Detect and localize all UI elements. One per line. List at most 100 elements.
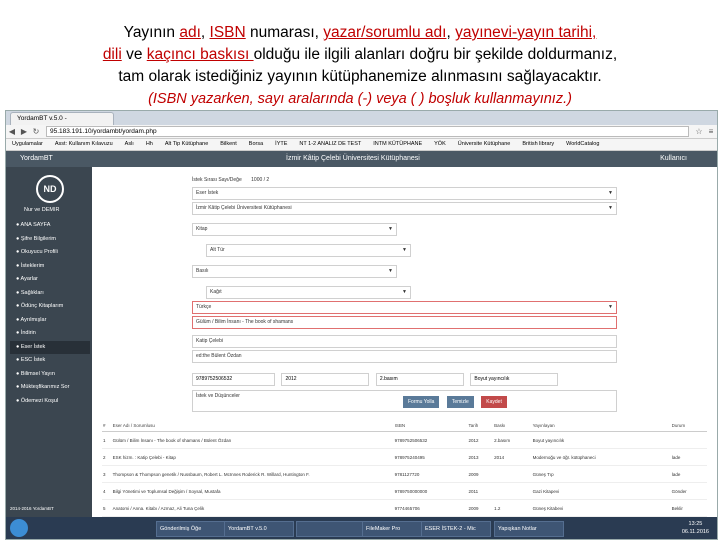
column-header[interactable]: Durum <box>670 419 707 432</box>
sidebar-item[interactable]: ● Ödünç Kitaplarım <box>10 300 90 314</box>
sidebar-item[interactable]: ● Bilimsel Yayın <box>10 368 90 382</box>
chevron-down-icon: ▼ <box>608 205 613 211</box>
request-type-select[interactable]: Eser İstek ▼ <box>192 187 617 200</box>
language-value: Türkçe <box>196 304 212 310</box>
bookmark-item[interactable]: Aslı <box>119 139 140 150</box>
isbn-row: 9789752506532 2012 2.basım Boyut yayıncı… <box>192 367 617 386</box>
sidebar-item[interactable]: ● ESC İstek <box>10 354 90 368</box>
table-cell: İade <box>670 448 707 466</box>
sidebar-item[interactable]: ● Ayrılmışlar <box>10 314 90 328</box>
sidebar-footer: 2014-2016 YordamBT <box>10 506 54 511</box>
table-cell: Bilgi Yönetimi ve Toplumsal Değişim / So… <box>111 482 394 500</box>
forward-icon[interactable]: ▶ <box>18 127 30 136</box>
table-cell: 2.basım <box>493 431 532 449</box>
instruction-segment: kaçıncı baskısı <box>146 46 254 63</box>
bookmark-item[interactable]: NT 1-2 ANALIZ DE TEST <box>293 139 367 150</box>
column-header[interactable]: # <box>102 419 112 432</box>
taskbar-item[interactable] <box>296 521 366 537</box>
reload-icon[interactable]: ↻ <box>30 127 42 136</box>
clear-button[interactable]: Temizle <box>446 396 474 408</box>
bookmark-item[interactable]: British library <box>516 139 560 150</box>
sidebar-item[interactable]: ● İndirin <box>10 327 90 341</box>
material-type-select[interactable]: Kitap ▼ <box>192 223 397 236</box>
isbn-input[interactable]: 9789752506532 <box>192 373 275 386</box>
sidebar-item[interactable]: ● Mükteşfikarımız Sor <box>10 381 90 395</box>
bookmark-item[interactable]: Üniversite Kütüphane <box>452 139 517 150</box>
table-cell: 2009 <box>467 499 494 517</box>
browser-tab[interactable]: YordamBT v.5.0 - <box>10 112 114 125</box>
sidebar-item[interactable]: ● Ayarlar <box>10 273 90 287</box>
taskbar-item[interactable]: Gönderilmiş Öğe <box>156 521 226 537</box>
table-row[interactable]: 4 Bilgi Yönetimi ve Toplumsal Değişim / S… <box>102 482 707 500</box>
bookmark-item[interactable]: Alt Tip Kütüphane <box>159 139 214 150</box>
bookmark-item[interactable]: INTM KÜTÜPHANE <box>367 139 428 150</box>
bookmark-item[interactable]: Uygulamalar <box>6 139 49 150</box>
instruction-text: Yayının adı, ISBN numarası, yazar/soruml… <box>0 0 720 108</box>
bookmark-item[interactable]: Asst: Kullanım Kılavuzu <box>49 139 119 150</box>
column-header[interactable]: Eser Adı / Sorumlusu <box>111 419 394 432</box>
bookmark-item[interactable]: WorldCatalog <box>560 139 605 150</box>
user-button[interactable]: Kullanıcı <box>660 151 687 167</box>
url-input[interactable]: 95.183.191.10/yordambt/yordam.php <box>46 126 689 137</box>
instruction-segment: Yayının <box>123 24 180 41</box>
bookmark-item[interactable]: Hh <box>140 139 159 150</box>
table-cell: 2014 <box>493 448 532 466</box>
instruction-segment: ve <box>121 46 147 63</box>
back-icon[interactable]: ◀ <box>6 127 18 136</box>
sidebar-item[interactable]: ● Sağlıkları <box>10 287 90 301</box>
format2-select[interactable]: Kağıt ▼ <box>206 286 411 299</box>
submit-button[interactable]: Formu Yolla <box>403 396 440 408</box>
table-row[interactable]: 5 Anatomi / Anna. Kitabı / Azmaz, Ali Tun… <box>102 499 707 517</box>
table-cell: ESK hizm. : Katip Çelebi - Kitap <box>111 448 394 466</box>
author-input[interactable]: Katip Çelebi <box>192 335 617 348</box>
table-cell: Gönder <box>670 482 707 500</box>
table-row[interactable]: 1 Gülüm / Bilim İnsanı - The book of sham… <box>102 431 707 449</box>
library-select[interactable]: İzmir Kâtip Çelebi Üniversitesi Kütüphan… <box>192 202 617 215</box>
save-button[interactable]: Kaydet <box>481 396 507 408</box>
taskbar-item[interactable]: ESER İSTEK-2 - Mic <box>421 521 491 537</box>
year-input[interactable]: 2012 <box>281 373 370 386</box>
sidebar-item[interactable]: ● Okuyucu Profili <box>10 246 90 260</box>
taskbar-item[interactable]: YordamBT v.5.0 <box>224 521 294 537</box>
username[interactable]: Nur ve DEMIR <box>24 207 59 213</box>
taskbar-item[interactable]: Yapışkan Notlar <box>494 521 564 537</box>
chevron-down-icon: ▼ <box>388 226 393 232</box>
table-row[interactable]: 3 Thompson & Thompson genetik / Nussbaum,… <box>102 465 707 483</box>
publisher-input[interactable]: Boyut yayıncılık <box>470 373 559 386</box>
sidebar-item[interactable]: ● Eser İstek <box>10 340 90 354</box>
table-cell: Boyut yayıncılık <box>531 431 671 449</box>
sidebar-menu: ● ANA SAYFA ● Şifre Bilgilerim ● Okuyucu P… <box>10 219 90 408</box>
item-type-value: Alt Tür <box>210 247 225 253</box>
bookmark-item[interactable]: Bilkent <box>214 139 243 150</box>
editor-input[interactable]: ed:the Bülent Özdan <box>192 350 617 363</box>
language-select[interactable]: Türkçe ▼ <box>192 301 617 314</box>
item-type-select[interactable]: Alt Tür ▼ <box>206 244 411 257</box>
star-icon[interactable]: ☆ <box>693 127 705 136</box>
clock[interactable]: 13:25 06.11.2016 <box>682 520 709 536</box>
edition-input[interactable]: 2.basım <box>375 373 464 386</box>
table-cell: 1 <box>102 431 112 449</box>
table-cell: Beklir <box>670 499 707 517</box>
chevron-down-icon: ▼ <box>402 289 407 295</box>
sidebar-item[interactable]: ● ANA SAYFA <box>10 219 90 233</box>
title-input[interactable]: Gülüm / Bilim İnsanı - The book of shama… <box>192 316 617 329</box>
bookmark-item[interactable]: Borsa <box>243 139 269 150</box>
table-cell: 9774465706 <box>393 499 468 517</box>
format-select[interactable]: Basılı ▼ <box>192 265 397 278</box>
sidebar-item[interactable]: ● Ödemezi Koşul <box>10 395 90 409</box>
sidebar-item[interactable]: ● İsteklerim <box>10 260 90 274</box>
menu-icon[interactable]: ≡ <box>705 127 717 136</box>
column-header[interactable]: ISBN <box>393 419 468 432</box>
table-row[interactable]: 2 ESK hizm. : Katip Çelebi - Kitap 9789752… <box>102 448 707 466</box>
start-button[interactable] <box>10 519 28 537</box>
column-header[interactable]: Baskı <box>493 419 532 432</box>
column-header[interactable]: Yayınlayan <box>531 419 671 432</box>
sidebar: ND Nur ve DEMIR ● ANA SAYFA ● Şifre Bilgi… <box>6 167 92 517</box>
instruction-segment: , <box>446 24 456 41</box>
sidebar-item[interactable]: ● Şifre Bilgilerim <box>10 233 90 247</box>
instruction-segment: numarası, <box>245 24 324 41</box>
bookmark-item[interactable]: YÖK <box>428 139 452 150</box>
bookmark-item[interactable]: İYTE <box>269 139 293 150</box>
column-header[interactable]: Tarih <box>467 419 494 432</box>
table-cell: 5 <box>102 499 112 517</box>
